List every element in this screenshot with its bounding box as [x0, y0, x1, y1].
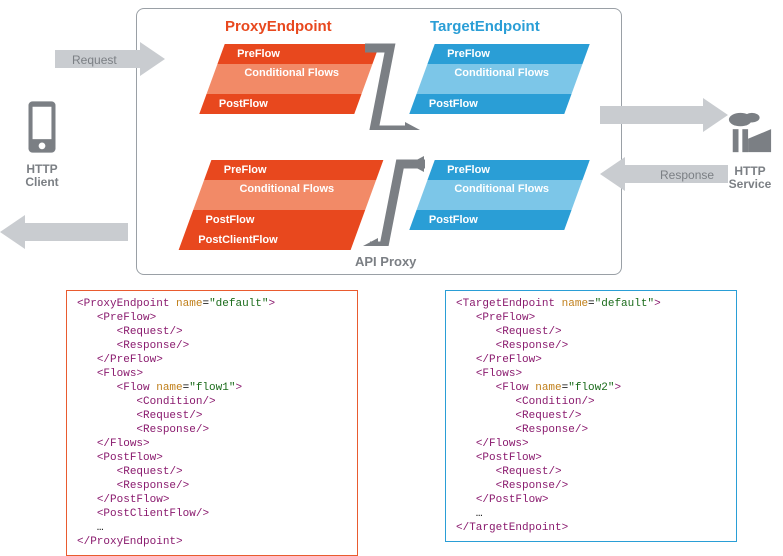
http-client-icon: HTTPClient	[18, 100, 66, 189]
stage-postclientflow: PostClientFlow	[179, 230, 358, 250]
diagram-root: API Proxy ProxyEndpoint TargetEndpoint H…	[0, 0, 783, 545]
proxy-response-flow: PreFlow Conditional Flows PostFlow PostC…	[179, 160, 384, 250]
proxy-endpoint-xml: <ProxyEndpoint name="default"> <PreFlow>…	[66, 290, 358, 556]
stage-preflow: PreFlow	[427, 160, 589, 180]
stage-postflow: PostFlow	[409, 94, 571, 114]
connector-top	[360, 40, 430, 130]
http-service-icon: HTTPService	[720, 110, 780, 191]
request-arrow-out	[600, 98, 728, 132]
connector-bottom	[360, 156, 430, 246]
target-endpoint-header: TargetEndpoint	[430, 18, 540, 35]
factory-icon	[727, 110, 773, 156]
proxy-request-flow: PreFlow Conditional Flows PostFlow	[199, 44, 379, 114]
client-label-1: HTTP	[26, 162, 57, 176]
response-label: Response	[660, 168, 714, 182]
stage-conditional: Conditional Flows	[207, 64, 373, 94]
stage-preflow: PreFlow	[427, 44, 589, 64]
api-proxy-label: API Proxy	[355, 254, 416, 269]
stage-preflow: PreFlow	[204, 160, 383, 180]
target-endpoint-xml: <TargetEndpoint name="default"> <PreFlow…	[445, 290, 737, 542]
stage-conditional: Conditional Flows	[417, 64, 583, 94]
request-label: Request	[72, 53, 117, 67]
stage-conditional: Conditional Flows	[417, 180, 583, 210]
target-response-flow: PreFlow Conditional Flows PostFlow	[409, 160, 589, 230]
stage-conditional: Conditional Flows	[193, 180, 376, 210]
stage-preflow: PreFlow	[217, 44, 379, 64]
target-request-flow: PreFlow Conditional Flows PostFlow	[409, 44, 589, 114]
stage-postflow: PostFlow	[186, 210, 365, 230]
stage-postflow: PostFlow	[409, 210, 571, 230]
client-label-2: Client	[25, 175, 58, 189]
response-arrow-out	[0, 215, 128, 249]
proxy-endpoint-header: ProxyEndpoint	[225, 18, 332, 35]
phone-icon	[25, 100, 59, 154]
service-label-1: HTTP	[734, 164, 765, 178]
stage-postflow: PostFlow	[199, 94, 361, 114]
service-label-2: Service	[729, 177, 772, 191]
